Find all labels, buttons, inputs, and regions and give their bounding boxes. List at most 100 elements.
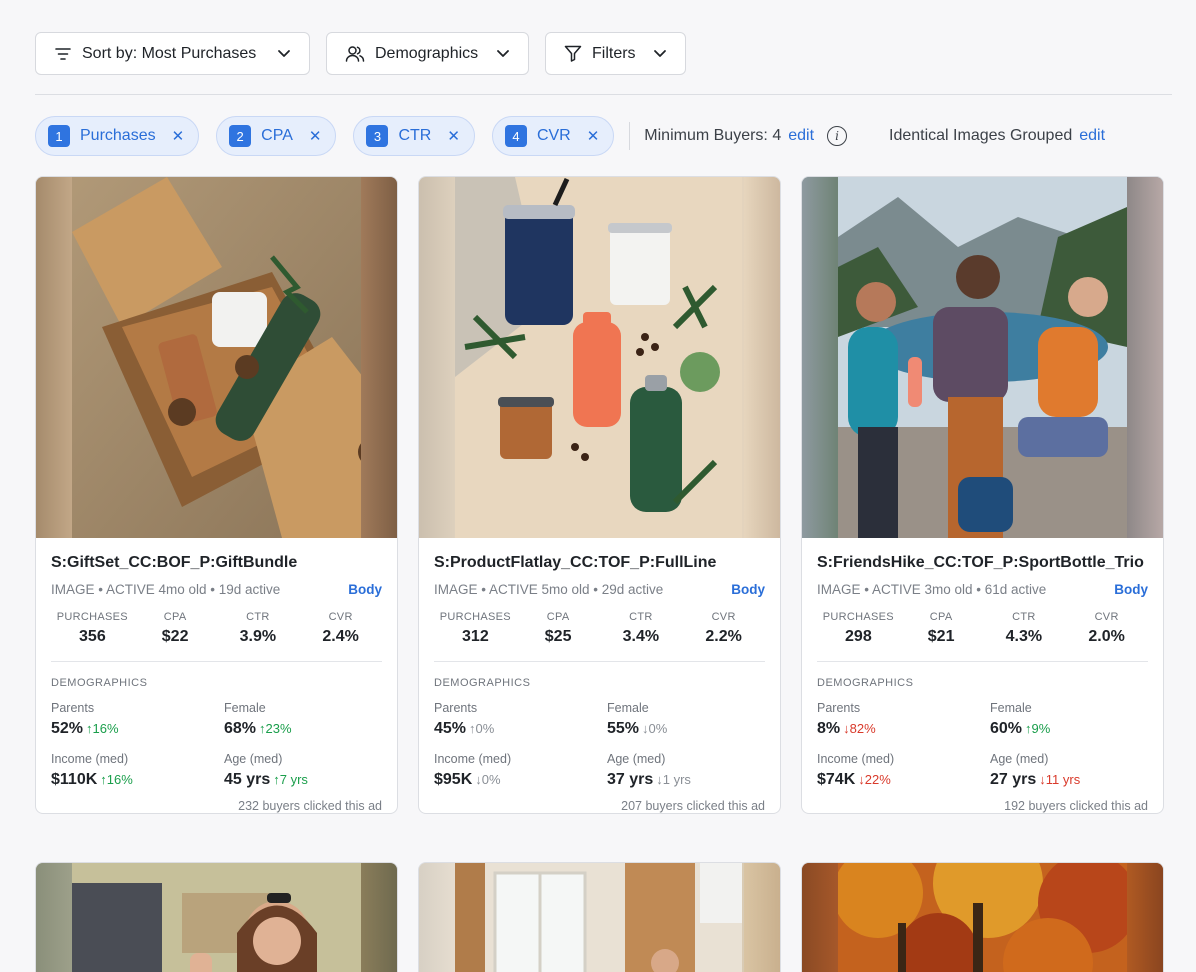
female-delta: ↓0%	[642, 721, 668, 736]
purchases-label: PURCHASES	[56, 611, 128, 623]
filters-dropdown[interactable]: Filters	[545, 32, 686, 75]
purchases-label: PURCHASES	[822, 611, 894, 623]
autumn-forest-photo	[838, 863, 1127, 972]
buyers-count: 192 buyers clicked this ad	[1004, 799, 1148, 813]
cvr-label: CVR	[1094, 611, 1119, 623]
body-link[interactable]: Body	[348, 582, 382, 597]
ad-image[interactable]	[802, 863, 1163, 972]
chip-rank-badge: 2	[229, 125, 252, 147]
demographics-dropdown[interactable]: Demographics	[326, 32, 529, 75]
parents-value: 8%	[817, 720, 841, 737]
parents-value: 45%	[434, 720, 467, 737]
chevron-down-icon	[497, 50, 509, 57]
filters-label: Filters	[592, 44, 636, 62]
toolbar: Sort by: Most Purchases Demographics Fil…	[35, 32, 686, 75]
parents-value: 52%	[51, 720, 84, 737]
purchases-label: PURCHASES	[439, 611, 511, 623]
ad-title: S:GiftSet_CC:BOF_P:GiftBundle	[51, 554, 298, 571]
buyers-count: 207 buyers clicked this ad	[621, 799, 765, 813]
body-link[interactable]: Body	[731, 582, 765, 597]
ad-card[interactable]	[418, 862, 781, 972]
chip-cvr[interactable]: 4 CVR ✕	[491, 116, 615, 156]
chips-separator	[629, 122, 631, 150]
sort-label: Sort by: Most Purchases	[82, 44, 257, 62]
friends-hike-photo	[838, 177, 1127, 538]
close-icon[interactable]: ✕	[172, 127, 185, 145]
chip-rank-badge: 1	[48, 125, 70, 147]
female-label: Female	[990, 701, 1032, 715]
edit-grouping-link[interactable]: edit	[1079, 127, 1105, 145]
age-label: Age (med)	[990, 752, 1049, 766]
ad-title: S:FriendsHike_CC:TOF_P:SportBottle_Trio	[817, 554, 1144, 571]
ctr-value: 3.4%	[622, 628, 660, 645]
income-value: $95K	[434, 771, 473, 788]
age-value: 45 yrs	[224, 771, 271, 788]
chip-ctr[interactable]: 3 CTR ✕	[353, 116, 475, 156]
ad-image[interactable]	[419, 177, 780, 538]
chip-purchases[interactable]: 1 Purchases ✕	[35, 116, 200, 156]
cvr-value: 2.2%	[705, 628, 742, 645]
income-delta: ↑16%	[100, 772, 133, 787]
income-value: $110K	[51, 771, 98, 788]
age-delta: ↓11 yrs	[1039, 772, 1081, 787]
chip-label: CPA	[261, 127, 293, 144]
cpa-value: $25	[544, 628, 572, 645]
close-icon[interactable]: ✕	[447, 127, 460, 145]
product-flatlay-photo	[455, 177, 744, 538]
age-delta: ↑7 yrs	[273, 772, 308, 787]
income-label: Income (med)	[434, 752, 512, 766]
cpa-value: $22	[161, 628, 189, 645]
info-icon[interactable]: i	[827, 126, 848, 146]
female-label: Female	[224, 701, 266, 715]
toolbar-divider	[35, 94, 1172, 95]
sort-dropdown[interactable]: Sort by: Most Purchases	[35, 32, 310, 75]
female-delta: ↑9%	[1025, 721, 1051, 736]
income-delta: ↓0%	[475, 772, 501, 787]
parents-label: Parents	[817, 701, 861, 715]
chip-rank-badge: 3	[366, 125, 389, 147]
age-label: Age (med)	[607, 752, 666, 766]
chip-label: Purchases	[80, 127, 156, 144]
ad-card[interactable]	[35, 862, 398, 972]
demographics-grid: Parents 45% ↑0% Female 55% ↓0% Income (med) $…	[434, 701, 765, 789]
ad-card[interactable]: S:FriendsHike_CC:TOF_P:SportBottle_Trio …	[801, 176, 1164, 814]
sort-metric-chips: 1 Purchases ✕ 2 CPA ✕ 3 CTR ✕ 4 CVR ✕ Mi…	[35, 116, 1105, 156]
ctr-label: CTR	[246, 611, 270, 623]
demographics-grid: Parents 52% ↑16% Female 68% ↑23% Income (med…	[51, 701, 382, 789]
edit-min-buyers-link[interactable]: edit	[788, 127, 814, 145]
ad-card[interactable]	[801, 862, 1164, 972]
parents-delta: ↓82%	[843, 721, 876, 736]
demographics-label: Demographics	[375, 44, 479, 62]
minimum-buyers-text: Minimum Buyers: 4	[644, 127, 782, 144]
ad-image[interactable]	[36, 177, 397, 538]
woman-waving-photo	[72, 863, 361, 972]
age-delta: ↓1 yrs	[656, 772, 691, 787]
ad-image[interactable]	[419, 863, 780, 972]
cpa-label: CPA	[929, 611, 953, 623]
ctr-label: CTR	[1012, 611, 1036, 623]
close-icon[interactable]: ✕	[309, 127, 322, 145]
purchases-value: 356	[79, 628, 106, 645]
chip-cpa[interactable]: 2 CPA ✕	[216, 116, 337, 156]
body-link[interactable]: Body	[1114, 582, 1148, 597]
close-icon[interactable]: ✕	[587, 127, 600, 145]
ad-card[interactable]: S:GiftSet_CC:BOF_P:GiftBundle IMAGE • AC…	[35, 176, 398, 814]
demographics-heading: DEMOGRAPHICS	[51, 677, 148, 689]
kitchen-interior-photo	[455, 863, 744, 972]
ad-metrics: PURCHASES 356 CPA $22 CTR 3.9% CVR 2.4%	[51, 611, 382, 662]
chip-label: CTR	[398, 127, 432, 144]
income-label: Income (med)	[51, 752, 129, 766]
ad-meta: IMAGE • ACTIVE 3mo old • 61d active	[817, 582, 1047, 597]
age-value: 37 yrs	[607, 771, 654, 788]
ad-meta: IMAGE • ACTIVE 4mo old • 19d active	[51, 582, 281, 597]
ad-card[interactable]: S:ProductFlatlay_CC:TOF_P:FullLine IMAGE…	[418, 176, 781, 814]
ad-metrics: PURCHASES 312 CPA $25 CTR 3.4% CVR 2.2%	[434, 611, 765, 662]
parents-delta: ↑16%	[86, 721, 119, 736]
female-value: 55%	[607, 720, 640, 737]
purchases-value: 312	[462, 628, 489, 645]
income-value: $74K	[817, 771, 856, 788]
cpa-label: CPA	[163, 611, 187, 623]
minimum-buyers-setting: Minimum Buyers: 4 edit i	[644, 126, 848, 146]
ad-image[interactable]	[802, 177, 1163, 538]
ad-image[interactable]	[36, 863, 397, 972]
